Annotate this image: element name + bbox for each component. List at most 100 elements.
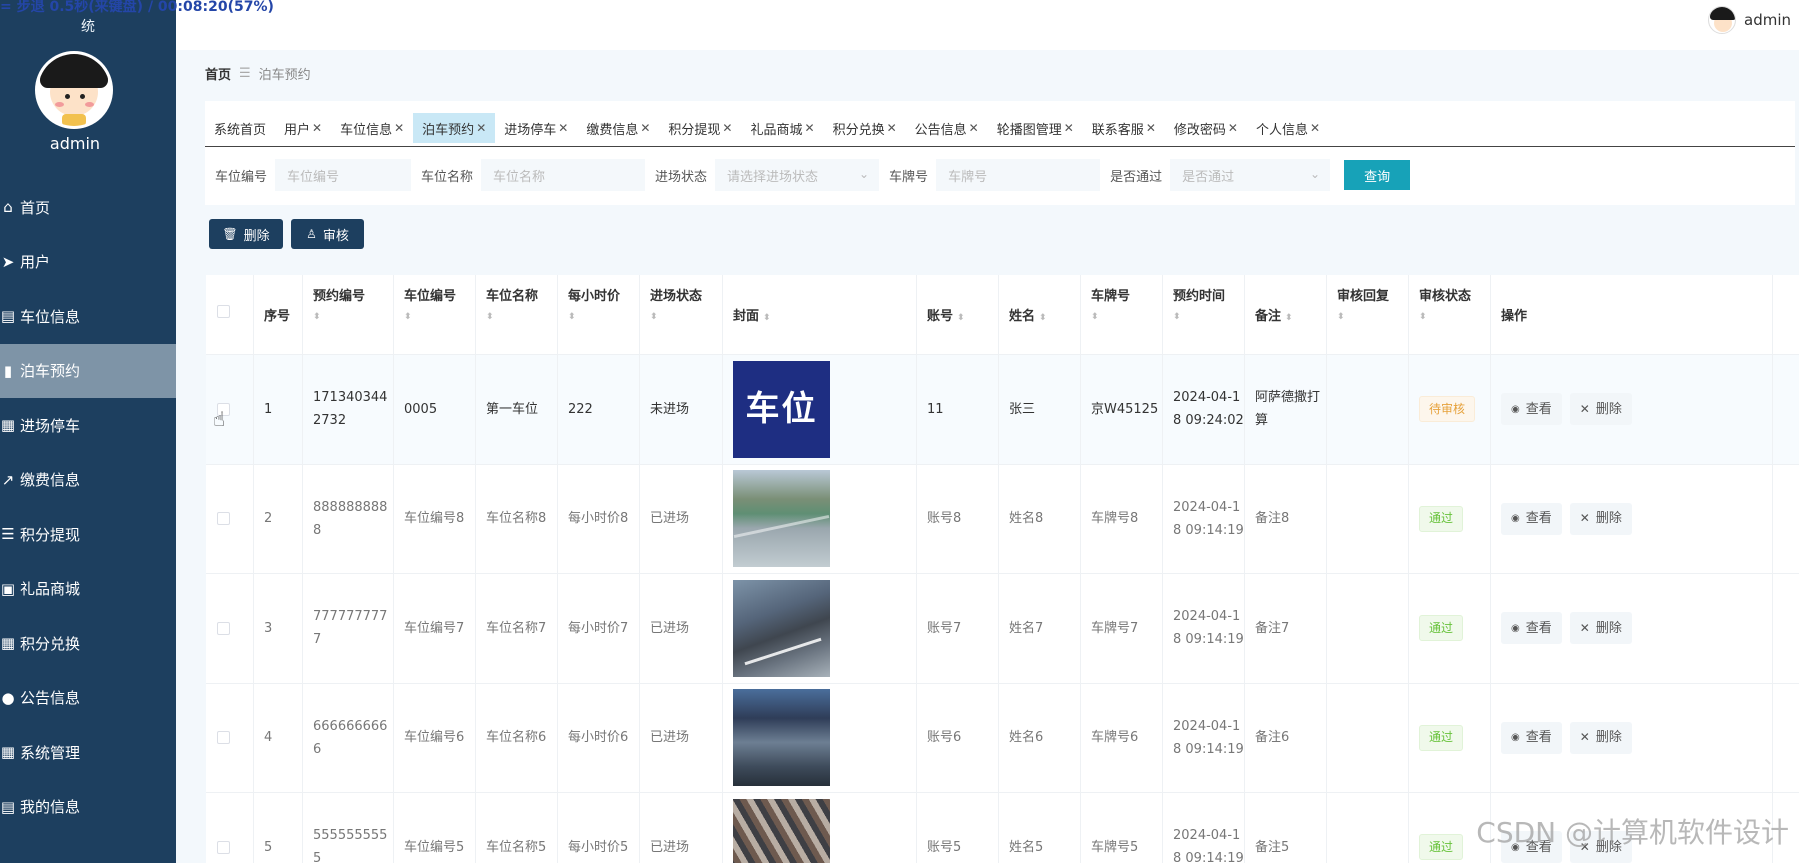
query-button[interactable]: 查询 — [1344, 160, 1411, 190]
close-icon[interactable]: ✕ — [476, 121, 486, 135]
tab-4[interactable]: 进场停车 ✕ — [495, 113, 577, 143]
table-row[interactable]: 2 8888888888 车位编号8 车位名称8 每小时价8 已进场 账号8 姓名8 车牌号8 2… — [206, 464, 1799, 574]
close-icon[interactable]: ✕ — [1064, 121, 1074, 135]
row-checkbox[interactable] — [217, 731, 230, 745]
tab-12[interactable]: 修改密码 ✕ — [1165, 113, 1247, 143]
filter-parking-name-input[interactable]: 车位名称 — [481, 159, 646, 191]
tab-7[interactable]: 礼品商城 ✕ — [741, 113, 823, 143]
tab-5[interactable]: 缴费信息 ✕ — [577, 113, 659, 143]
view-button[interactable]: ◉ 查看 — [1501, 502, 1562, 535]
close-icon[interactable]: ✕ — [722, 121, 732, 135]
column-header-name[interactable]: 姓名 ⬍ — [999, 275, 1081, 354]
close-icon[interactable]: ✕ — [312, 121, 322, 135]
row-checkbox[interactable] — [217, 840, 230, 854]
column-header-parking-name[interactable]: 车位名称 ⬍ — [476, 275, 558, 354]
filter-plate-input[interactable]: 车牌号 — [936, 159, 1101, 191]
sidebar-item-3[interactable]: ▮ 泊车预约 — [0, 343, 176, 398]
tab-13[interactable]: 个人信息 ✕ — [1247, 113, 1329, 143]
cover-image[interactable]: 车位 — [733, 360, 830, 458]
sidebar-item-8[interactable]: ▦ 积分兑换 — [0, 616, 176, 671]
column-header-booking-time[interactable]: 预约时间 ⬍ — [1163, 275, 1245, 354]
cover-image[interactable] — [733, 689, 830, 787]
filter-entry-status-select[interactable]: 请选择进场状态 ⌄ — [715, 159, 880, 191]
row-checkbox[interactable] — [217, 621, 230, 635]
sort-icon[interactable]: ⬍ — [486, 312, 557, 322]
avatar[interactable] — [1708, 6, 1736, 34]
column-header-cover[interactable]: 封面 ⬍ — [723, 275, 917, 354]
audit-button[interactable]: ♙ 审核 — [291, 219, 364, 249]
sort-icon[interactable]: ⬍ — [1419, 312, 1490, 322]
sidebar-item-10[interactable]: ▦ 系统管理 — [0, 725, 176, 780]
close-icon[interactable]: ✕ — [558, 121, 568, 135]
sort-icon[interactable]: ⬍ — [957, 313, 965, 323]
cover-image[interactable] — [733, 579, 830, 677]
tab-2[interactable]: 车位信息 ✕ — [331, 113, 413, 143]
sidebar-item-6[interactable]: ☰ 积分提现 — [0, 507, 176, 562]
batch-delete-button[interactable]: 🗑 删除 — [209, 219, 283, 249]
column-header-plate[interactable]: 车牌号 ⬍ — [1081, 275, 1163, 354]
tab-10[interactable]: 轮播图管理 ✕ — [988, 113, 1083, 143]
table-row[interactable]: 1 1713403442732 0005 第一车位 222 未进场 车位 11 张三 京W4512… — [206, 355, 1799, 465]
sort-icon[interactable]: ⬍ — [568, 312, 639, 322]
sort-icon[interactable]: ⬍ — [1173, 312, 1244, 322]
column-header-booking-no[interactable]: 预约编号 ⬍ — [303, 275, 394, 354]
tab-11[interactable]: 联系客服 ✕ — [1083, 113, 1165, 143]
sort-icon[interactable]: ⬍ — [1039, 313, 1047, 323]
sidebar-item-2[interactable]: ▤ 车位信息 — [0, 289, 176, 344]
tab-0[interactable]: 系统首页 — [205, 113, 275, 143]
table-row[interactable]: 3 7777777777 车位编号7 车位名称7 每小时价7 已进场 账号7 姓名7 车牌号7 2… — [206, 574, 1799, 684]
close-icon[interactable]: ✕ — [394, 121, 404, 135]
sort-icon[interactable]: ⬍ — [763, 313, 771, 323]
column-header-hourly-price[interactable]: 每小时价 ⬍ — [558, 275, 640, 354]
select-all-checkbox[interactable] — [217, 305, 230, 318]
delete-button[interactable]: ✕ 删除 — [1569, 721, 1632, 754]
sidebar-item-9[interactable]: ● 公告信息 — [0, 671, 176, 726]
tab-1[interactable]: 用户 ✕ — [275, 113, 331, 143]
tab-3[interactable]: 泊车预约 ✕ — [413, 113, 496, 143]
close-icon[interactable]: ✕ — [969, 121, 979, 135]
column-header-account[interactable]: 账号 ⬍ — [917, 275, 999, 354]
view-button[interactable]: ◉ 查看 — [1501, 393, 1562, 426]
sidebar-item-1[interactable]: ➤ 用户 — [0, 235, 176, 290]
close-icon[interactable]: ✕ — [805, 121, 815, 135]
sort-icon[interactable]: ⬍ — [313, 312, 393, 322]
column-header-parking-no[interactable]: 车位编号 ⬍ — [394, 275, 476, 354]
view-button[interactable]: ◉ 查看 — [1501, 612, 1562, 645]
view-button[interactable]: ◉ 查看 — [1501, 721, 1562, 754]
delete-button[interactable]: ✕ 删除 — [1569, 502, 1632, 535]
sort-icon[interactable]: ⬍ — [1285, 313, 1293, 323]
cover-image[interactable] — [733, 798, 830, 863]
sidebar-item-11[interactable]: ▤ 我的信息 — [0, 780, 176, 835]
filter-approved-select[interactable]: 是否通过 ⌄ — [1170, 159, 1331, 191]
cell-booking-time: 2024-04-18 09:14:19 — [1163, 793, 1245, 863]
row-checkbox[interactable] — [217, 512, 230, 526]
sidebar-item-4[interactable]: ▦ 进场停车 — [0, 398, 176, 453]
table-row[interactable]: 4 6666666666 车位编号6 车位名称6 每小时价6 已进场 账号6 姓名6 车牌号6 2… — [206, 683, 1799, 793]
column-header-audit-status[interactable]: 审核状态 ⬍ — [1409, 275, 1491, 354]
tab-9[interactable]: 公告信息 ✕ — [906, 113, 988, 143]
close-icon[interactable]: ✕ — [1146, 121, 1156, 135]
sidebar-item-7[interactable]: ▣ 礼品商城 — [0, 562, 176, 617]
close-icon[interactable]: ✕ — [640, 121, 650, 135]
cover-image[interactable] — [733, 470, 830, 568]
filter-parking-no-input[interactable]: 车位编号 — [275, 159, 412, 191]
sort-icon[interactable]: ⬍ — [404, 312, 475, 322]
column-header-audit-reply[interactable]: 审核回复 ⬍ — [1327, 275, 1409, 354]
sidebar-item-5[interactable]: ↗ 缴费信息 — [0, 453, 176, 508]
close-icon[interactable]: ✕ — [1310, 121, 1320, 135]
top-username[interactable]: admin — [1744, 11, 1791, 29]
close-icon[interactable]: ✕ — [1228, 121, 1238, 135]
delete-button[interactable]: ✕ 删除 — [1569, 393, 1632, 426]
column-header-note[interactable]: 备注 ⬍ — [1245, 275, 1327, 354]
delete-button[interactable]: ✕ 删除 — [1569, 612, 1632, 645]
column-header-entry-status[interactable]: 进场状态 ⬍ — [640, 275, 723, 354]
tab-8[interactable]: 积分兑换 ✕ — [824, 113, 906, 143]
sort-icon[interactable]: ⬍ — [1091, 312, 1162, 322]
sidebar-item-0[interactable]: ⌂ 首页 — [0, 180, 176, 235]
tab-6[interactable]: 积分提现 ✕ — [659, 113, 741, 143]
close-icon[interactable]: ✕ — [887, 121, 897, 135]
sort-icon[interactable]: ⬍ — [1337, 312, 1408, 322]
sort-icon[interactable]: ⬍ — [650, 312, 722, 322]
breadcrumb-home[interactable]: 首页 — [205, 64, 231, 83]
top-user-menu[interactable]: admin — [1708, 6, 1791, 34]
